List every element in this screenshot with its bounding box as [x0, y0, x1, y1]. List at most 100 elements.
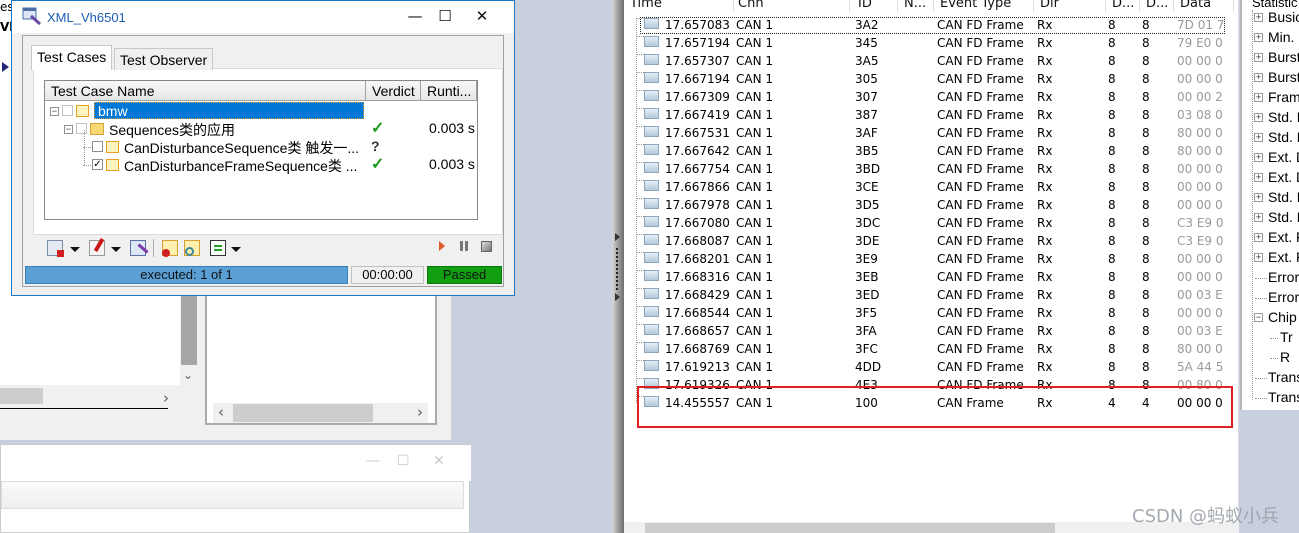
expand-arrow-icon[interactable]: [615, 233, 620, 241]
statistics-item[interactable]: + Ext. F: [1242, 228, 1299, 248]
configure-icon[interactable]: [130, 240, 149, 256]
report-icon[interactable]: [47, 240, 64, 257]
title-bar[interactable]: XML_Vh6501 — ☐ ✕: [12, 1, 514, 33]
column-header-name[interactable]: Test Case Name: [45, 81, 366, 101]
expand-icon[interactable]: +: [1254, 133, 1263, 142]
expand-icon[interactable]: +: [1254, 233, 1263, 242]
statistics-item[interactable]: + Std. F: [1242, 208, 1299, 228]
trace-row[interactable]: 17.667754 CAN 1 3BD CAN FD Frame Rx 8 8 00 00 0: [624, 160, 1239, 178]
trace-row[interactable]: 17.667194 CAN 1 305 CAN FD Frame Rx 8 8 00 00 0: [624, 70, 1239, 88]
statistics-item[interactable]: + Ext. D: [1242, 148, 1299, 168]
collapse-icon[interactable]: −: [64, 125, 73, 134]
statistics-item[interactable]: + Burst: [1242, 48, 1299, 68]
scroll-thumb[interactable]: [0, 388, 43, 404]
expand-arrow-icon[interactable]: [615, 293, 620, 301]
trace-row[interactable]: 17.668316 CAN 1 3EB CAN FD Frame Rx 8 8 00 00 0: [624, 268, 1239, 286]
statistics-item[interactable]: Tr: [1242, 328, 1299, 348]
trace-row[interactable]: 17.668769 CAN 1 3FC CAN FD Frame Rx 8 8 80 00 0: [624, 340, 1239, 358]
expand-icon[interactable]: +: [1254, 193, 1263, 202]
scroll-thumb[interactable]: [233, 404, 373, 422]
pause-button[interactable]: [460, 241, 468, 251]
expand-icon[interactable]: +: [1254, 173, 1263, 182]
dropdown-arrow-icon[interactable]: [231, 247, 241, 252]
tree-row[interactable]: − bmw: [45, 102, 475, 120]
statistics-item[interactable]: − Chip: [1242, 308, 1299, 328]
expand-icon[interactable]: +: [1254, 213, 1263, 222]
tab-test-observer[interactable]: Test Observer: [114, 48, 214, 70]
collapse-icon[interactable]: −: [50, 107, 59, 116]
checkbox[interactable]: [62, 105, 73, 116]
dropdown-arrow-icon[interactable]: [111, 247, 121, 252]
scroll-right-icon[interactable]: ›: [417, 403, 423, 421]
column-header-runtime[interactable]: Runti...: [421, 81, 477, 101]
statistics-item[interactable]: Error: [1242, 268, 1299, 288]
trace-row[interactable]: 17.667866 CAN 1 3CE CAN FD Frame Rx 8 8 00 00 0: [624, 178, 1239, 196]
statistics-item[interactable]: Trans: [1242, 368, 1299, 388]
trace-row[interactable]: 17.667080 CAN 1 3DC CAN FD Frame Rx 8 8 C3 E9 0: [624, 214, 1239, 232]
scroll-left-icon[interactable]: ‹: [218, 403, 224, 421]
checkbox[interactable]: [76, 123, 87, 134]
expand-icon[interactable]: +: [1254, 253, 1263, 262]
dropdown-arrow-icon[interactable]: [70, 247, 80, 252]
expand-icon[interactable]: +: [1254, 33, 1263, 42]
maximize-button[interactable]: ☐: [430, 7, 460, 25]
tree-row[interactable]: − Sequences类的应用 ✓ 0.003 s: [45, 120, 475, 138]
expand-icon[interactable]: +: [1254, 153, 1263, 162]
statistics-item[interactable]: Trans: [1242, 388, 1299, 408]
trace-row[interactable]: 17.657307 CAN 1 3A5 CAN FD Frame Rx 8 8 00 00 0: [624, 52, 1239, 70]
expand-icon[interactable]: +: [1254, 93, 1263, 102]
checkbox-checked[interactable]: ✓: [92, 159, 103, 170]
trace-row[interactable]: 17.657194 CAN 1 345 CAN FD Frame Rx 8 8 79 E0 0: [624, 34, 1239, 52]
trace-row[interactable]: 17.619213 CAN 1 4DD CAN FD Frame Rx 8 8 5A 44 5: [624, 358, 1239, 376]
scroll-down-icon[interactable]: ⌄: [183, 368, 193, 382]
tree-row[interactable]: CanDisturbanceSequence类 触发一... ?: [45, 138, 475, 156]
expand-icon[interactable]: +: [1254, 13, 1263, 22]
statistics-item[interactable]: R: [1242, 348, 1299, 368]
statistics-item[interactable]: + Fram: [1242, 88, 1299, 108]
id-cell: 4DD: [855, 360, 882, 374]
scroll-right-icon[interactable]: ›: [163, 389, 169, 407]
trace-row[interactable]: 17.667531 CAN 1 3AF CAN FD Frame Rx 8 8 80 00 0: [624, 124, 1239, 142]
checkbox[interactable]: [92, 141, 103, 152]
document-icon[interactable]: [210, 240, 226, 256]
expand-icon[interactable]: +: [1254, 73, 1263, 82]
statistics-item[interactable]: + Std. F: [1242, 188, 1299, 208]
statistics-item[interactable]: + Ext. F: [1242, 248, 1299, 268]
statistics-item[interactable]: + Std. D: [1242, 108, 1299, 128]
trace-row[interactable]: 17.667978 CAN 1 3D5 CAN FD Frame Rx 8 8 00 00 0: [624, 196, 1239, 214]
splitter-handle[interactable]: [612, 0, 624, 533]
expand-icon[interactable]: +: [1254, 53, 1263, 62]
statistics-item[interactable]: Error: [1242, 288, 1299, 308]
edit-icon[interactable]: [89, 237, 105, 256]
minimize-button[interactable]: —: [366, 453, 380, 469]
trace-row[interactable]: 17.667642 CAN 1 3B5 CAN FD Frame Rx 8 8 80 00 0: [624, 142, 1239, 160]
expand-icon[interactable]: +: [1254, 113, 1263, 122]
trace-row[interactable]: 17.667309 CAN 1 307 CAN FD Frame Rx 8 8 00 00 2: [624, 88, 1239, 106]
trace-row[interactable]: 17.668087 CAN 1 3DE CAN FD Frame Rx 8 8 C3 E9 0: [624, 232, 1239, 250]
reset-verdict-icon[interactable]: [162, 240, 178, 257]
statistics-item[interactable]: + Min. S: [1242, 28, 1299, 48]
scroll-thumb[interactable]: [181, 290, 197, 365]
trace-row[interactable]: 17.668201 CAN 1 3E9 CAN FD Frame Rx 8 8 00 00 0: [624, 250, 1239, 268]
trace-row[interactable]: 17.668657 CAN 1 3FA CAN FD Frame Rx 8 8 00 03 E: [624, 322, 1239, 340]
column-header-verdict[interactable]: Verdict: [366, 81, 421, 101]
trace-row[interactable]: 17.668429 CAN 1 3ED CAN FD Frame Rx 8 8 00 03 E: [624, 286, 1239, 304]
refresh-icon[interactable]: [184, 240, 200, 256]
tree-row[interactable]: ✓ CanDisturbanceFrameSequence类 ... ✓ 0.0…: [45, 156, 475, 174]
play-button[interactable]: [439, 241, 445, 251]
scroll-thumb[interactable]: [645, 523, 1055, 533]
maximize-button[interactable]: ☐: [397, 453, 410, 469]
statistics-item[interactable]: + Std. D: [1242, 128, 1299, 148]
minimize-button[interactable]: —: [400, 7, 430, 25]
collapse-icon[interactable]: −: [1254, 313, 1263, 322]
trace-row[interactable]: 17.667419 CAN 1 387 CAN FD Frame Rx 8 8 03 08 0: [624, 106, 1239, 124]
close-button[interactable]: ✕: [433, 453, 445, 469]
statistics-item[interactable]: + Burst: [1242, 68, 1299, 88]
close-button[interactable]: ✕: [467, 7, 497, 25]
stop-button[interactable]: [481, 241, 492, 252]
statistics-item[interactable]: + Ext. D: [1242, 168, 1299, 188]
statistics-item[interactable]: + Busio: [1242, 8, 1299, 28]
trace-row[interactable]: 17.668544 CAN 1 3F5 CAN FD Frame Rx 8 8 00 00 0: [624, 304, 1239, 322]
tab-test-cases[interactable]: Test Cases: [31, 45, 113, 70]
tree-item-label[interactable]: bmw: [94, 102, 364, 119]
